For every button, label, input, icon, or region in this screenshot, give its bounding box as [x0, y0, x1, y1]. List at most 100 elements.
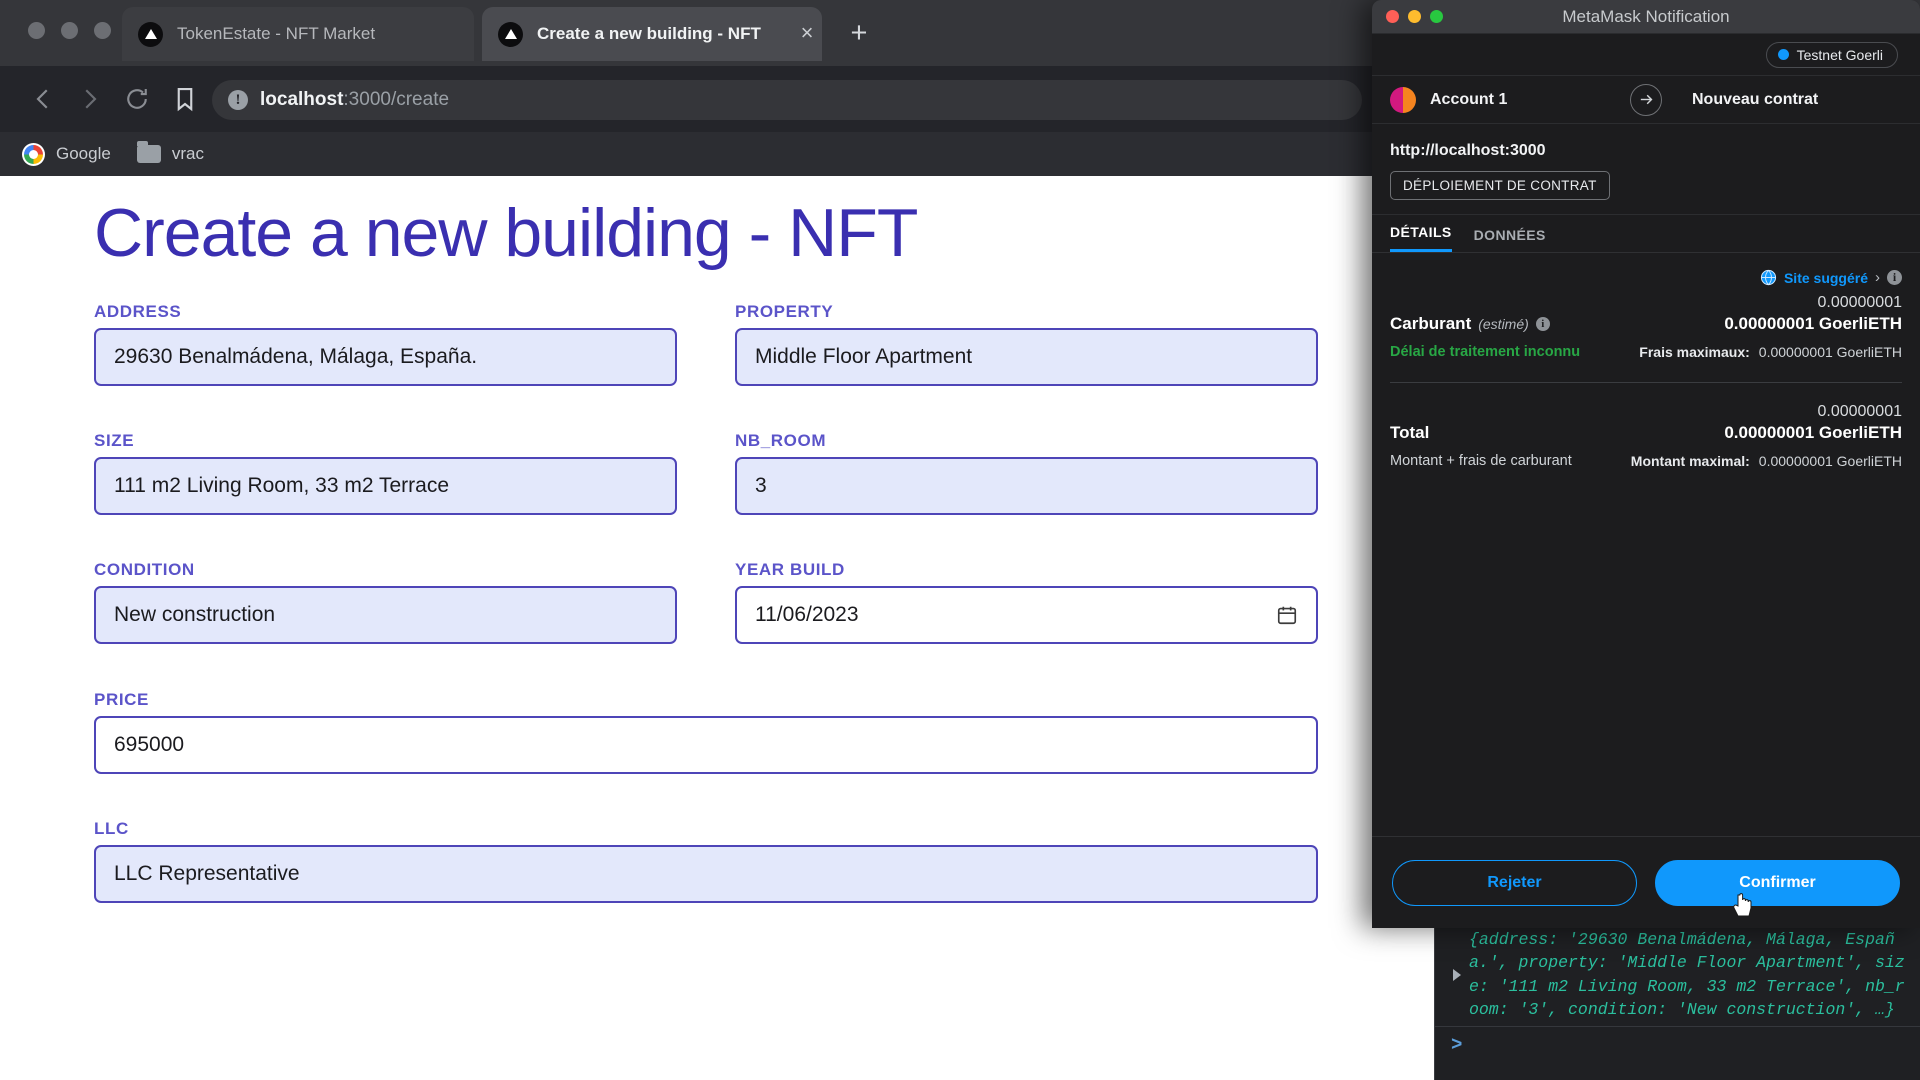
triangle-favicon-icon: [498, 21, 523, 47]
site-suggested-row[interactable]: Site suggéré › i: [1390, 253, 1902, 286]
metamask-origin-section: http://localhost:3000 DÉPLOIEMENT DE CON…: [1372, 124, 1920, 215]
reject-button[interactable]: Rejeter: [1392, 859, 1637, 906]
input-size[interactable]: 111 m2 Living Room, 33 m2 Terrace: [94, 457, 677, 515]
reload-icon[interactable]: [122, 84, 152, 114]
console-log-entry[interactable]: {address: '29630 Benalmádena, Málaga, Es…: [1435, 920, 1920, 1030]
recipient-name: Nouveau contrat: [1692, 90, 1819, 108]
gas-label: Carburant: [1390, 314, 1472, 333]
transaction-type-badge: DÉPLOIEMENT DE CONTRAT: [1390, 171, 1610, 200]
console-log-text: {address: '29630 Benalmádena, Málaga, Es…: [1469, 930, 1905, 1020]
calendar-icon[interactable]: [1276, 604, 1298, 626]
account-name[interactable]: Account 1: [1430, 91, 1507, 109]
label-year-build: YEAR BUILD: [735, 560, 845, 579]
total-fiat-amount: 0.00000001: [1817, 403, 1902, 420]
tab-data[interactable]: DONNÉES: [1474, 227, 1546, 252]
url-host: localhost: [260, 89, 344, 110]
maximize-window-button[interactable]: [94, 22, 111, 39]
network-status-dot-icon: [1777, 49, 1789, 60]
browser-tab-tokenestate[interactable]: TokenEstate - NFT Market: [122, 7, 474, 61]
label-nb-room: NB_ROOM: [735, 431, 827, 450]
max-amount-value: 0.00000001 GoerliETH: [1758, 453, 1902, 469]
metamask-title-bar: MetaMask Notification: [1372, 0, 1920, 34]
max-fee-value: 0.00000001 GoerliETH: [1758, 344, 1902, 360]
input-condition-value: New construction: [114, 603, 276, 626]
total-block: 0.00000001 Total 0.00000001 GoerliETH Mo…: [1390, 403, 1902, 469]
metamask-window-title: MetaMask Notification: [1562, 6, 1730, 26]
input-llc-value: LLC Representative: [114, 862, 300, 885]
close-tab-icon[interactable]: ×: [795, 22, 819, 46]
address-bar[interactable]: ! localhost:3000/create: [212, 80, 1362, 120]
back-arrow-icon[interactable]: [28, 84, 58, 114]
input-year-build[interactable]: 11/06/2023: [735, 586, 1318, 644]
arrow-right-icon: [1630, 83, 1662, 116]
input-size-value: 111 m2 Living Room, 33 m2 Terrace: [114, 474, 449, 497]
label-address: ADDRESS: [94, 302, 182, 321]
page-title: Create a new building - NFT: [94, 195, 918, 271]
console-chevron-icon: >: [1451, 1033, 1463, 1056]
confirm-button[interactable]: Confirmer: [1655, 859, 1900, 906]
google-icon: [22, 142, 45, 166]
gas-speed-estimate: Délai de traitement inconnu: [1390, 344, 1581, 360]
bookmark-label: Google: [56, 144, 111, 163]
input-address[interactable]: 29630 Benalmádena, Málaga, España.: [94, 328, 677, 386]
folder-icon: [136, 141, 161, 163]
bookmark-label: vrac: [171, 144, 204, 163]
max-fee-label: Frais maximaux:: [1639, 344, 1750, 360]
input-property[interactable]: Middle Floor Apartment: [735, 328, 1318, 386]
browser-window: TokenEstate - NFT Market Create a new bu…: [0, 0, 1920, 1080]
input-address-value: 29630 Benalmádena, Málaga, España.: [114, 345, 478, 368]
maximize-window-button[interactable]: [1430, 10, 1443, 23]
chevron-right-icon: ›: [1875, 269, 1880, 286]
input-property-value: Middle Floor Apartment: [755, 345, 973, 368]
total-label: Total: [1390, 423, 1430, 442]
address-bar-url: localhost:3000/create: [260, 89, 449, 111]
metamask-notification-window: MetaMask Notification Testnet Goerli Acc…: [1372, 0, 1920, 928]
input-nb-room[interactable]: 3: [735, 457, 1318, 515]
input-llc[interactable]: LLC Representative: [94, 845, 1318, 903]
bookmark-vrac[interactable]: vrac: [136, 141, 204, 164]
input-nb-room-value: 3: [755, 474, 767, 497]
avatar: [1390, 86, 1416, 113]
label-size: SIZE: [94, 431, 135, 450]
gas-amount: 0.00000001 GoerliETH: [1724, 314, 1902, 333]
browser-tab-create-building[interactable]: Create a new building - NFT: [482, 7, 822, 61]
expand-triangle-icon[interactable]: [1453, 969, 1461, 981]
new-tab-button[interactable]: +: [845, 19, 873, 48]
globe-icon: [1760, 269, 1777, 286]
tab-details[interactable]: DÉTAILS: [1390, 224, 1452, 252]
url-path: :3000/create: [343, 89, 450, 110]
input-price[interactable]: 695000: [94, 716, 1318, 774]
tab-title: Create a new building - NFT: [537, 24, 761, 43]
metamask-traffic-lights: [1386, 10, 1443, 23]
max-amount-label: Montant maximal:: [1630, 453, 1750, 469]
close-window-button[interactable]: [28, 22, 45, 39]
metamask-account-row: Account 1 Nouveau contrat: [1372, 76, 1920, 124]
window-traffic-lights: [28, 22, 111, 39]
metamask-details-body: Site suggéré › i 0.00000001 Carburant (e…: [1372, 253, 1920, 836]
input-price-value: 695000: [114, 733, 185, 756]
label-property: PROPERTY: [735, 302, 834, 321]
input-year-build-value: 11/06/2023: [755, 603, 859, 626]
tab-title: TokenEstate - NFT Market: [177, 24, 376, 43]
bookmark-icon[interactable]: [170, 84, 200, 114]
gas-fee-block: 0.00000001 Carburant (estimé) i 0.000000…: [1390, 294, 1902, 360]
bookmark-google[interactable]: Google: [22, 142, 111, 166]
network-selector[interactable]: Testnet Goerli: [1765, 41, 1898, 68]
minimize-window-button[interactable]: [61, 22, 78, 39]
origin-url: http://localhost:3000: [1390, 142, 1546, 159]
site-info-icon[interactable]: !: [228, 90, 248, 110]
info-icon[interactable]: i: [1535, 317, 1550, 331]
site-suggested-label: Site suggéré: [1783, 269, 1868, 286]
info-icon[interactable]: i: [1887, 270, 1902, 285]
network-name: Testnet Goerli: [1796, 46, 1883, 63]
input-condition[interactable]: New construction: [94, 586, 677, 644]
gas-estimated-label: (estimé): [1478, 316, 1529, 332]
label-llc: LLC: [94, 819, 129, 838]
close-window-button[interactable]: [1386, 10, 1399, 23]
console-input-prompt[interactable]: >: [1435, 1026, 1920, 1062]
label-condition: CONDITION: [94, 560, 195, 579]
metamask-network-bar: Testnet Goerli: [1372, 34, 1920, 76]
forward-arrow-icon[interactable]: [75, 84, 105, 114]
triangle-favicon-icon: [138, 21, 163, 47]
minimize-window-button[interactable]: [1408, 10, 1421, 23]
